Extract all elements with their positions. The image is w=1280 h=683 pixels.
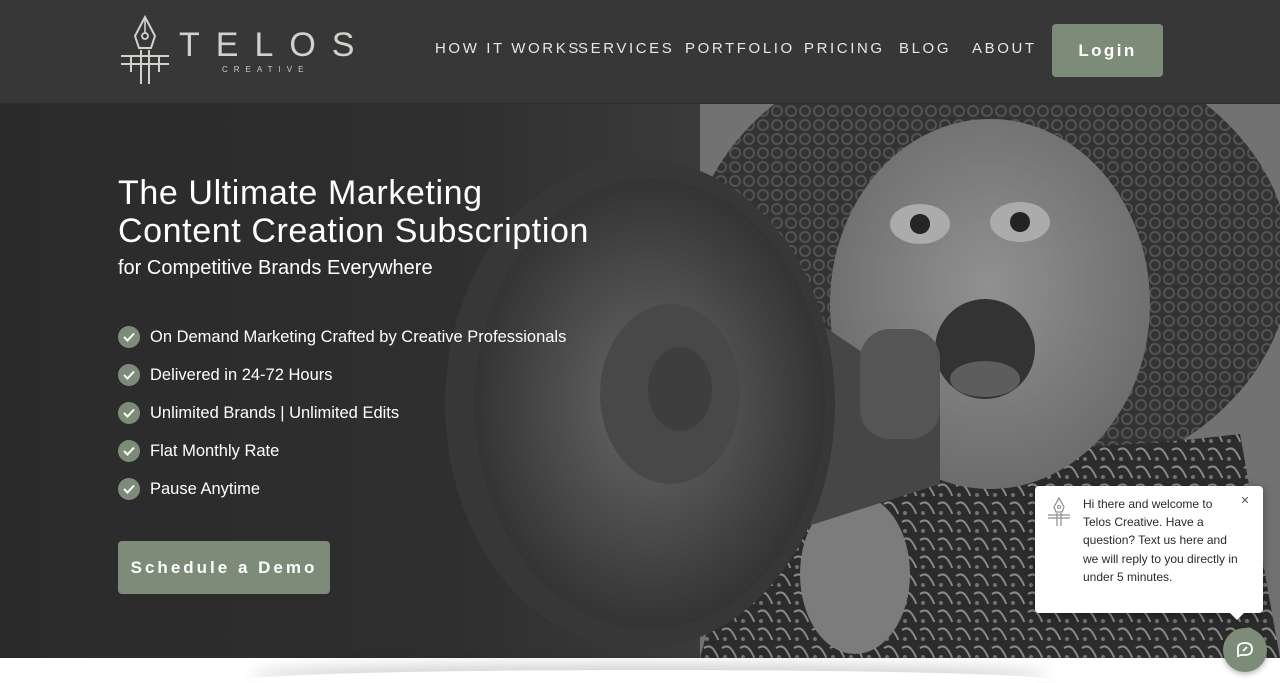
chat-bubble-icon [1237, 642, 1253, 658]
nav-portfolio[interactable]: PORTFOLIO [685, 40, 795, 57]
hero-title: The Ultimate Marketing Content Creation … [118, 174, 589, 250]
nav-pricing[interactable]: PRICING [804, 40, 885, 57]
check-circle-icon [118, 402, 140, 424]
nav-services[interactable]: SERVICES [578, 40, 674, 57]
chat-welcome-popup[interactable]: Hi there and welcome to Telos Creative. … [1035, 486, 1263, 620]
chat-launcher-button[interactable] [1223, 628, 1267, 672]
nav-about[interactable]: ABOUT [972, 40, 1037, 57]
schedule-demo-button[interactable]: Schedule a Demo [118, 541, 330, 594]
check-circle-icon [118, 364, 140, 386]
telos-logo[interactable]: TELOS CREATIVE [117, 14, 354, 86]
hero-subtitle: for Competitive Brands Everywhere [118, 257, 433, 279]
login-button[interactable]: Login [1052, 24, 1163, 77]
check-circle-icon [118, 478, 140, 500]
pen-nib-icon [1048, 497, 1070, 526]
check-circle-icon [118, 440, 140, 462]
feature-item: Flat Monthly Rate [118, 440, 566, 462]
feature-item: On Demand Marketing Crafted by Creative … [118, 326, 566, 348]
nav-how-it-works[interactable]: HOW IT WORKS [435, 40, 581, 57]
feature-label: Pause Anytime [150, 479, 261, 498]
close-icon[interactable]: ✕ [1239, 495, 1251, 507]
nav-blog[interactable]: BLOG [899, 40, 951, 57]
logo-tagline: CREATIVE [222, 65, 310, 74]
feature-label: Delivered in 24-72 Hours [150, 365, 333, 384]
site-header: TELOS CREATIVE HOW IT WORKS SERVICES POR… [0, 0, 1280, 104]
pen-nib-icon [121, 14, 169, 84]
logo-wordmark: TELOS [179, 26, 371, 64]
feature-label: On Demand Marketing Crafted by Creative … [150, 327, 567, 346]
feature-item: Delivered in 24-72 Hours [118, 364, 566, 386]
chat-message: Hi there and welcome to Telos Creative. … [1083, 497, 1238, 584]
feature-label: Unlimited Brands | Unlimited Edits [150, 403, 400, 422]
check-circle-icon [118, 326, 140, 348]
feature-list: On Demand Marketing Crafted by Creative … [118, 326, 566, 516]
section-divider-shadow [250, 670, 1050, 683]
feature-item: Unlimited Brands | Unlimited Edits [118, 402, 566, 424]
feature-item: Pause Anytime [118, 478, 566, 500]
feature-label: Flat Monthly Rate [150, 441, 280, 460]
